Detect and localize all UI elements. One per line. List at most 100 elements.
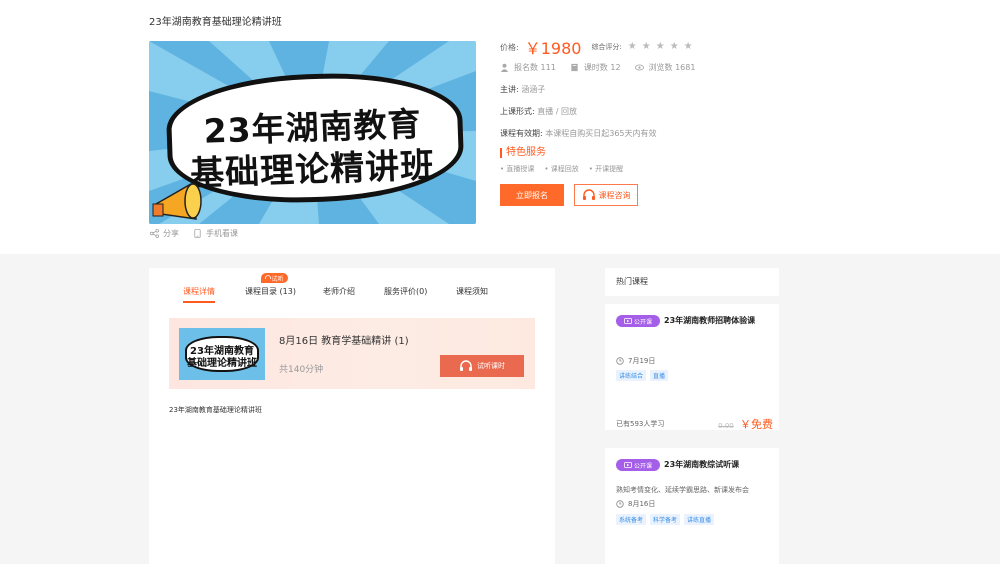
hours-label: 课时数 12 <box>583 63 621 72</box>
hot-course-title: 23年湖南教师招聘体验课 <box>664 316 756 325</box>
hot-course-footer: 已有593人学习 0.00 ￥免费 <box>616 416 773 432</box>
user-icon <box>500 63 509 72</box>
views-label: 浏览数 1681 <box>648 63 696 72</box>
share-label: 分享 <box>163 229 179 238</box>
trial-lesson-button[interactable]: 试听课时 <box>440 355 524 377</box>
share-row: 分享 手机看课 <box>150 228 238 239</box>
star-icon: ★ <box>627 41 637 52</box>
video-icon <box>624 317 632 324</box>
course-detail-panel: 试听 课程详情 课程目录 (13) 老师介绍 服务评价(0) 课程须知 23年湖… <box>149 268 555 564</box>
price-group: 0.00 ￥免费 <box>718 416 773 432</box>
lecturer-row: 主讲: 涵涵子 <box>500 84 820 95</box>
tab-bar: 试听 课程详情 课程目录 (13) 老师介绍 服务评价(0) 课程须知 <box>149 268 555 308</box>
hot-course-card[interactable]: 公开课 23年湖南教综试听课 熟知考情变化、延续学霸思路、新课发布会 8月16日… <box>605 448 779 564</box>
price-value: ￥1980 <box>524 39 582 58</box>
features-list: • 直播授课 • 课程回放 • 开课提醒 <box>500 164 820 174</box>
tab-teacher[interactable]: 老师介绍 <box>323 286 355 297</box>
chip: 科学备考 <box>650 514 681 525</box>
rating-label: 综合评分: <box>591 43 622 51</box>
star-icon: ★ <box>669 41 679 52</box>
price-label: 价格: <box>500 42 519 52</box>
trial-badge-label: 试听 <box>271 275 284 283</box>
course-banner: 23年湖南教育 基础理论精讲班 <box>149 41 476 224</box>
hot-course-date-label: 8月16日 <box>628 500 656 508</box>
signup-button[interactable]: 立即报名 <box>500 184 564 206</box>
lesson-thumbnail: 23年湖南教育 基础理论精讲班 <box>179 328 265 380</box>
course-header: 23年湖南教育基础理论精讲班 23年湖南教育 基础理论精讲班 分享 手机看课 价… <box>0 0 1000 254</box>
mode-value: 直播 / 回放 <box>537 107 578 116</box>
lesson-title: 8月16日 教育学基础精讲 (1) <box>279 336 409 347</box>
tab-course-detail[interactable]: 课程详情 <box>183 286 215 297</box>
lesson-duration: 共140分钟 <box>279 365 324 375</box>
hot-course-date: 8月16日 <box>616 499 655 509</box>
hot-courses-sidebar: 热门课程 公开课 23年湖南教师招聘体验课 7月19日 讲练结合 直播 已有59… <box>605 268 779 564</box>
stats-row: 报名数 111 课时数 12 浏览数 1681 <box>500 62 820 73</box>
lecturer-value: 涵涵子 <box>521 85 546 94</box>
feature-item: • 开课提醒 <box>588 165 624 173</box>
learner-count: 已有593人学习 <box>616 420 665 428</box>
chip: 系统备考 <box>616 514 647 525</box>
feature-item: • 课程回放 <box>544 165 579 173</box>
hot-course-title: 23年湖南教综试听课 <box>664 460 740 469</box>
mobile-watch-button[interactable]: 手机看课 <box>193 228 238 239</box>
lesson-count: 课时数 12 <box>570 62 621 73</box>
star-icon: ★ <box>683 41 693 52</box>
open-class-tag: 公开课 <box>616 315 660 327</box>
free-price: ￥免费 <box>740 418 773 431</box>
active-tab-underline <box>183 301 215 303</box>
chip: 讲练结合 <box>616 370 647 381</box>
open-class-label: 公开课 <box>633 318 652 326</box>
hot-course-chips: 讲练结合 直播 <box>616 370 669 381</box>
thumb-line-2: 基础理论精讲班 <box>187 358 257 369</box>
eye-icon <box>634 64 644 71</box>
feature-item: • 直播授课 <box>500 165 535 173</box>
old-price: 0.00 <box>718 422 734 430</box>
tab-notice[interactable]: 课程须知 <box>456 286 488 297</box>
validity-value: 本课程自购买日起365天内有效 <box>545 129 657 138</box>
course-info: 价格: ￥1980 综合评分: ★ ★ ★ ★ ★ 报名数 111 课时数 12… <box>500 37 820 206</box>
book-icon <box>571 63 578 72</box>
action-buttons: 立即报名 课程咨询 <box>500 184 820 206</box>
headset-icon <box>582 189 595 200</box>
star-icon: ★ <box>641 41 651 52</box>
validity-row: 课程有效期: 本课程自购买日起365天内有效 <box>500 128 820 139</box>
enroll-count: 报名数 111 <box>500 62 556 73</box>
mode-key: 上课形式: <box>500 107 535 116</box>
trial-badge: 试听 <box>261 273 288 283</box>
clock-icon <box>616 500 624 508</box>
share-button[interactable]: 分享 <box>150 228 179 239</box>
phone-icon <box>194 229 201 238</box>
video-icon <box>624 461 632 468</box>
features-title: 特色服务 <box>500 148 820 158</box>
headset-icon <box>460 360 472 371</box>
price-row: 价格: ￥1980 综合评分: ★ ★ ★ ★ ★ <box>500 37 820 58</box>
tab-reviews[interactable]: 服务评价(0) <box>384 286 427 297</box>
star-icon: ★ <box>655 41 665 52</box>
lesson-card: 23年湖南教育 基础理论精讲班 8月16日 教育学基础精讲 (1) 共140分钟… <box>169 318 535 389</box>
hot-course-card[interactable]: 公开课 23年湖南教师招聘体验课 7月19日 讲练结合 直播 已有593人学习 … <box>605 304 779 432</box>
open-class-tag: 公开课 <box>616 459 660 471</box>
consult-label: 课程咨询 <box>598 190 631 200</box>
consult-button[interactable]: 课程咨询 <box>574 184 638 206</box>
trial-lesson-label: 试听课时 <box>477 362 505 370</box>
mobile-label: 手机看课 <box>206 229 238 238</box>
clock-icon <box>616 357 624 365</box>
hot-courses-heading: 热门课程 <box>605 268 779 296</box>
hot-course-chips: 系统备考 科学备考 讲练直播 <box>616 514 715 525</box>
tab-catalog[interactable]: 课程目录 (13) <box>245 286 296 297</box>
page-title: 23年湖南教育基础理论精讲班 <box>149 17 282 28</box>
share-icon <box>150 229 159 238</box>
validity-key: 课程有效期: <box>500 129 543 138</box>
enroll-label: 报名数 111 <box>514 63 556 72</box>
course-description: 23年湖南教育基础理论精讲班 <box>169 406 262 414</box>
chip: 讲练直播 <box>684 514 715 525</box>
megaphone-icon <box>152 182 202 220</box>
lecturer-key: 主讲: <box>500 85 519 94</box>
rating-stars: ★ ★ ★ ★ ★ <box>628 42 693 52</box>
hot-course-date: 7月19日 <box>616 356 655 366</box>
chip: 直播 <box>650 370 669 381</box>
hot-course-date-label: 7月19日 <box>628 357 656 365</box>
view-count: 浏览数 1681 <box>634 62 696 73</box>
hot-course-subtitle: 熟知考情变化、延续学霸思路、新课发布会 <box>616 486 749 494</box>
mode-row: 上课形式: 直播 / 回放 <box>500 106 820 117</box>
